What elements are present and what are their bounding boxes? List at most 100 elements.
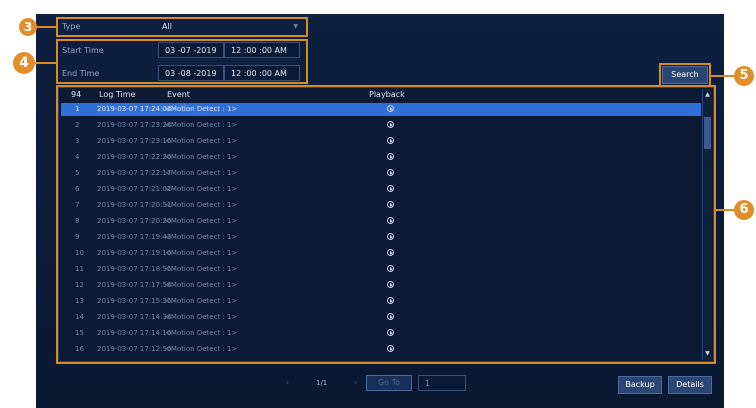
play-icon[interactable]: [387, 249, 394, 256]
row-event: <Motion Detect : 1>: [165, 201, 238, 209]
table-row[interactable]: 4 2019-03-07 17:22:20 <Motion Detect : 1>: [61, 151, 701, 164]
row-number: 2: [75, 121, 80, 129]
table-row[interactable]: 10 2019-03-07 17:19:10 <Motion Detect : 1>: [61, 247, 701, 260]
play-icon[interactable]: [387, 265, 394, 272]
row-log-time: 2019-03-07 17:22:20: [97, 153, 172, 161]
play-icon[interactable]: [387, 185, 394, 192]
callout-line-4: [35, 62, 56, 64]
row-event: <Motion Detect : 1>: [165, 345, 238, 353]
row-event: <Motion Detect : 1>: [165, 265, 238, 273]
row-log-time: 2019-03-07 17:21:02: [97, 185, 172, 193]
table-row[interactable]: 1 2019-03-07 17:24:03 <Motion Detect : 1>: [61, 103, 701, 116]
row-event: <Motion Detect : 1>: [165, 233, 238, 241]
play-icon[interactable]: [387, 329, 394, 336]
row-number: 3: [75, 137, 80, 145]
prev-page-icon[interactable]: ‹: [286, 378, 289, 387]
play-icon[interactable]: [387, 345, 394, 352]
play-icon[interactable]: [387, 137, 394, 144]
row-log-time: 2019-03-07 17:19:43: [97, 233, 172, 241]
play-icon[interactable]: [387, 313, 394, 320]
play-icon[interactable]: [387, 153, 394, 160]
row-event: <Motion Detect : 1>: [165, 137, 238, 145]
play-icon[interactable]: [387, 105, 394, 112]
table-row[interactable]: 8 2019-03-07 17:20:20 <Motion Detect : 1>: [61, 215, 701, 228]
table-row[interactable]: 14 2019-03-07 17:14:38 <Motion Detect : 1>: [61, 311, 701, 324]
callout-badge-4: 4: [13, 52, 35, 74]
row-event: <Motion Detect : 1>: [165, 121, 238, 129]
row-number: 1: [75, 105, 80, 113]
play-icon[interactable]: [387, 169, 394, 176]
row-number: 9: [75, 233, 80, 241]
table-row[interactable]: 12 2019-03-07 17:17:58 <Motion Detect : 1>: [61, 279, 701, 292]
page-indicator: 1/1: [316, 379, 328, 387]
table-row[interactable]: 16 2019-03-07 17:12:50 <Motion Detect : 1>: [61, 343, 701, 356]
table-row[interactable]: 11 2019-03-07 17:18:55 <Motion Detect : 1>: [61, 263, 701, 276]
callout-badge-5: 5: [734, 66, 754, 86]
header-playback: Playback: [369, 90, 405, 99]
play-icon[interactable]: [387, 201, 394, 208]
row-log-time: 2019-03-07 17:22:17: [97, 169, 172, 177]
time-callout-box: [56, 39, 308, 84]
table-row[interactable]: 15 2019-03-07 17:14:10 <Motion Detect : 1>: [61, 327, 701, 340]
go-to-button[interactable]: Go To: [366, 375, 412, 391]
row-event: <Motion Detect : 1>: [165, 297, 238, 305]
callout-line-5: [711, 75, 734, 77]
table-row[interactable]: 2 2019-03-07 17:23:28 <Motion Detect : 1>: [61, 119, 701, 132]
page-number-input[interactable]: 1: [418, 375, 466, 391]
row-number: 6: [75, 185, 80, 193]
row-log-time: 2019-03-07 17:24:03: [97, 105, 172, 113]
row-log-time: 2019-03-07 17:14:10: [97, 329, 172, 337]
row-number: 13: [75, 297, 84, 305]
row-log-time: 2019-03-07 17:20:20: [97, 217, 172, 225]
row-number: 16: [75, 345, 84, 353]
row-number: 10: [75, 249, 84, 257]
scroll-up-arrow-icon[interactable]: ▲: [704, 91, 711, 99]
row-log-time: 2019-03-07 17:23:16: [97, 137, 172, 145]
header-log-time: Log Time: [99, 90, 136, 99]
row-log-time: 2019-03-07 17:17:58: [97, 281, 172, 289]
row-log-time: 2019-03-07 17:18:55: [97, 265, 172, 273]
play-icon[interactable]: [387, 281, 394, 288]
play-icon[interactable]: [387, 233, 394, 240]
row-log-time: 2019-03-07 17:15:35: [97, 297, 172, 305]
scroll-thumb[interactable]: [704, 117, 711, 149]
scroll-down-arrow-icon[interactable]: ▼: [704, 350, 711, 358]
table-row[interactable]: 5 2019-03-07 17:22:17 <Motion Detect : 1>: [61, 167, 701, 180]
table-header: 94 Log Time Event Playback: [59, 88, 703, 102]
callout-line-6: [714, 209, 734, 211]
row-event: <Motion Detect : 1>: [165, 217, 238, 225]
table-row[interactable]: 9 2019-03-07 17:19:43 <Motion Detect : 1>: [61, 231, 701, 244]
row-number: 11: [75, 265, 84, 273]
row-event: <Motion Detect : 1>: [165, 153, 238, 161]
details-button[interactable]: Details: [668, 376, 712, 394]
play-icon[interactable]: [387, 121, 394, 128]
row-number: 12: [75, 281, 84, 289]
row-number: 7: [75, 201, 80, 209]
backup-button[interactable]: Backup: [618, 376, 662, 394]
row-log-time: 2019-03-07 17:23:28: [97, 121, 172, 129]
row-number: 4: [75, 153, 80, 161]
row-event: <Motion Detect : 1>: [165, 281, 238, 289]
header-count: 94: [71, 90, 82, 99]
row-event: <Motion Detect : 1>: [165, 105, 238, 113]
table-row[interactable]: 7 2019-03-07 17:20:51 <Motion Detect : 1>: [61, 199, 701, 212]
row-event: <Motion Detect : 1>: [165, 249, 238, 257]
row-log-time: 2019-03-07 17:12:50: [97, 345, 172, 353]
play-icon[interactable]: [387, 217, 394, 224]
table-row[interactable]: 13 2019-03-07 17:15:35 <Motion Detect : 1>: [61, 295, 701, 308]
search-callout-box: [659, 63, 711, 87]
next-page-icon[interactable]: ›: [354, 378, 357, 387]
row-number: 15: [75, 329, 84, 337]
table-row[interactable]: 6 2019-03-07 17:21:02 <Motion Detect : 1>: [61, 183, 701, 196]
log-table: 94 Log Time Event Playback 1 2019-03-07 1…: [58, 87, 714, 362]
table-row[interactable]: 3 2019-03-07 17:23:16 <Motion Detect : 1>: [61, 135, 701, 148]
table-scrollbar[interactable]: ▲ ▼: [702, 89, 712, 360]
row-log-time: 2019-03-07 17:14:38: [97, 313, 172, 321]
row-log-time: 2019-03-07 17:19:10: [97, 249, 172, 257]
play-icon[interactable]: [387, 297, 394, 304]
row-event: <Motion Detect : 1>: [165, 329, 238, 337]
callout-badge-6: 6: [734, 200, 754, 220]
row-number: 8: [75, 217, 80, 225]
callout-line-3: [37, 26, 56, 28]
callout-badge-3: 3: [19, 18, 37, 36]
